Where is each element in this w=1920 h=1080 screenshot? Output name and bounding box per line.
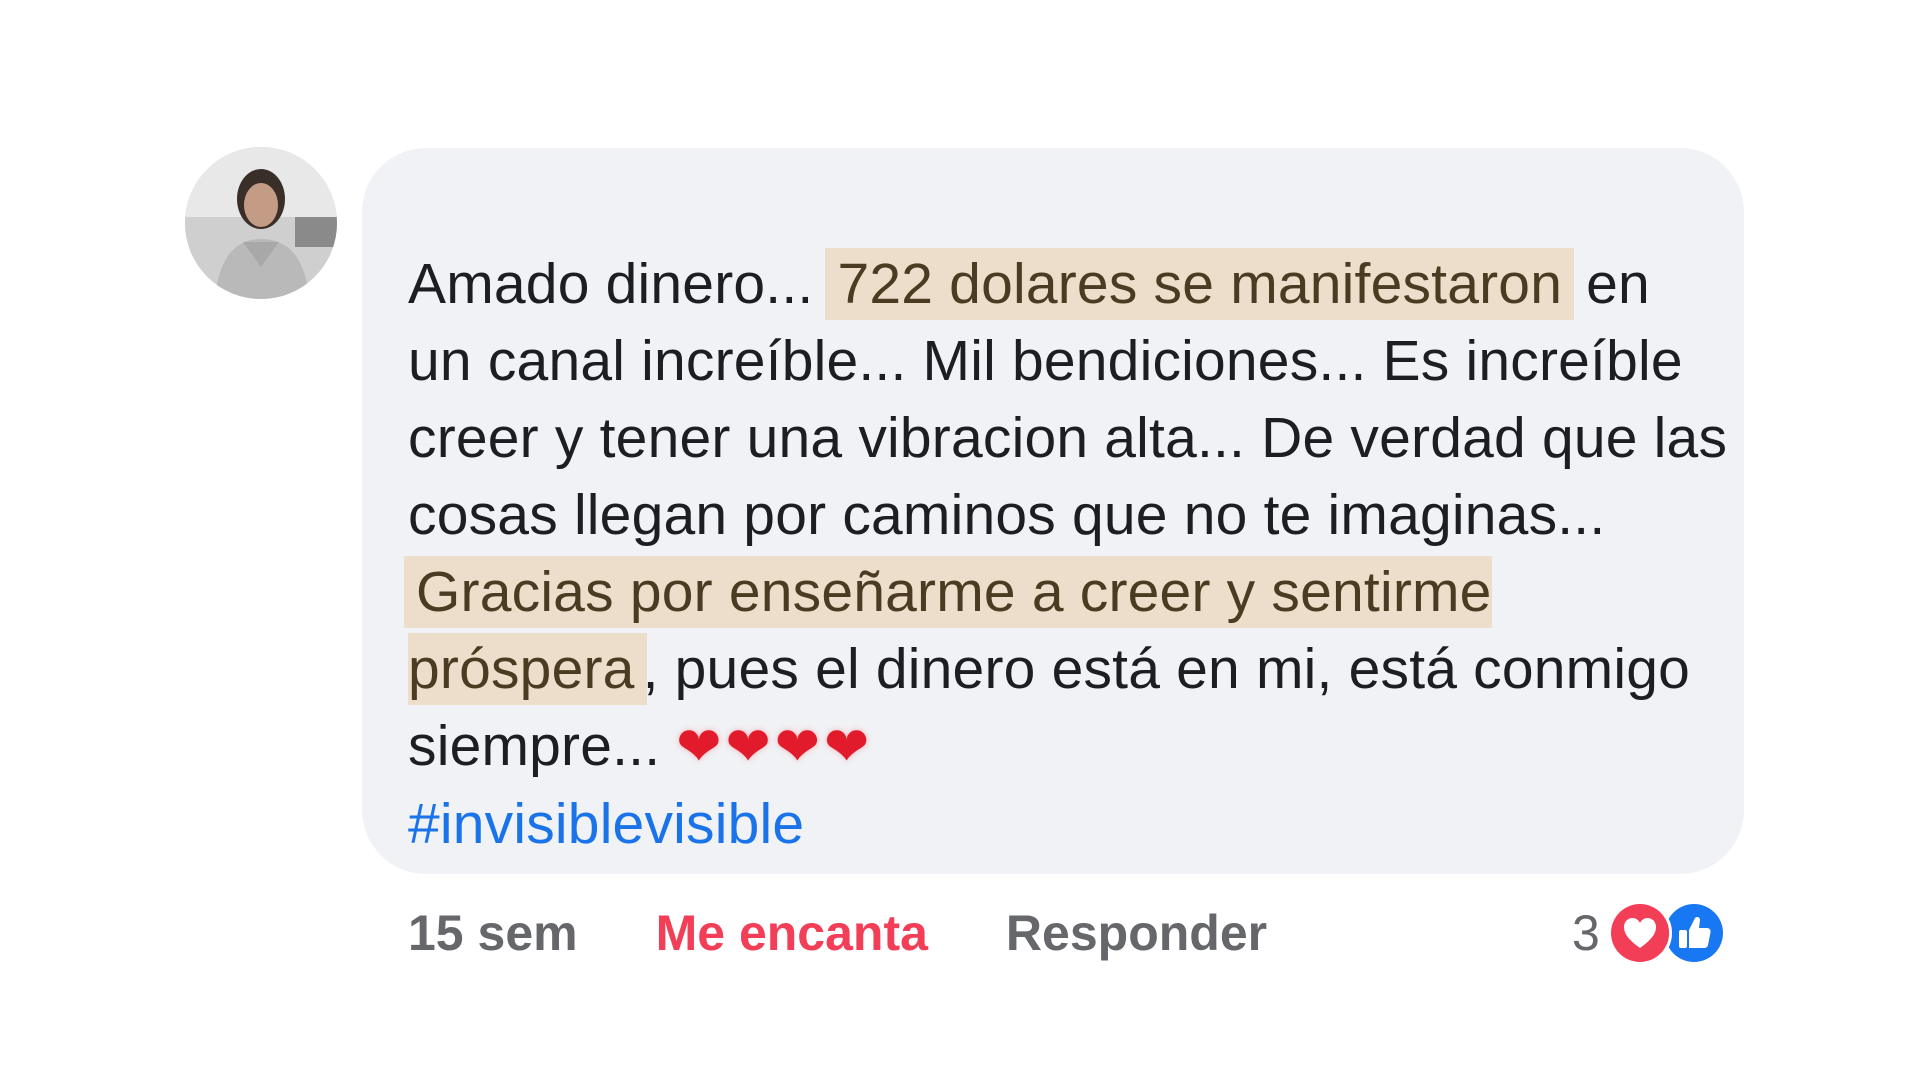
- avatar-image: [185, 147, 337, 299]
- avatar[interactable]: [185, 147, 337, 299]
- comment-actions: 15 sem Me encanta Responder: [408, 898, 1267, 968]
- hashtag-link[interactable]: #invisiblevisible: [408, 792, 804, 856]
- love-reaction-icon: [1607, 901, 1672, 965]
- highlighted-text-1: 722 dolares se manifestaron: [825, 248, 1575, 320]
- comment-bubble: Amado dinero... 722 dolares se manifesta…: [362, 148, 1744, 874]
- comment-text: Amado dinero... 722 dolares se manifesta…: [404, 246, 1728, 863]
- hearts-emoji-icon: ❤❤❤❤: [676, 717, 874, 777]
- reaction-summary[interactable]: 3: [1572, 898, 1726, 968]
- comment-timestamp[interactable]: 15 sem: [408, 904, 578, 962]
- comment-text-intro: Amado dinero...: [408, 252, 830, 316]
- reaction-count: 3: [1572, 905, 1600, 961]
- reply-button[interactable]: Responder: [1006, 904, 1267, 962]
- love-reaction-button[interactable]: Me encanta: [656, 904, 928, 962]
- comment-card: Amado dinero... 722 dolares se manifesta…: [0, 0, 1920, 1080]
